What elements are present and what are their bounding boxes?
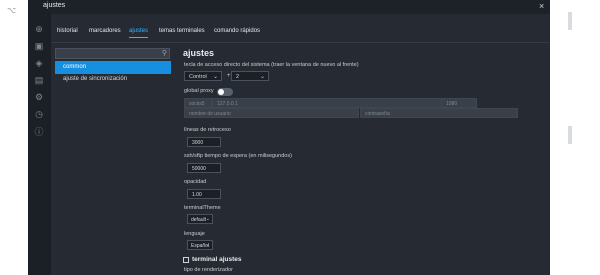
scrollback-input[interactable]: 3000 [187, 137, 221, 147]
timeout-value: 50000 [192, 166, 206, 172]
tab-comando-rapidos[interactable]: comando rápidos [214, 28, 260, 34]
settings-tabs: historial marcadores ajustes temas termi… [51, 24, 551, 43]
proxy-host-value: 127.0.0.1 [217, 101, 238, 107]
hotkey-modifier-select[interactable]: Control ⌄ [184, 71, 222, 81]
chevron-down-icon: ⌄ [259, 74, 265, 80]
window-menu-icon[interactable]: ⌥ [7, 6, 16, 15]
nav-item-label: common [63, 64, 87, 70]
terminal-icon[interactable]: ▤ [34, 75, 44, 85]
nav-item-common[interactable]: common [55, 61, 171, 74]
chevron-down-icon: ⌄ [205, 242, 210, 248]
bookmark-icon[interactable]: ◈ [34, 58, 44, 68]
opacity-label: opacidad [184, 179, 207, 185]
timeout-input[interactable]: 50000 [187, 163, 221, 173]
scrollback-value: 3000 [192, 140, 204, 146]
tab-temas-terminales[interactable]: temas terminales [159, 28, 205, 34]
tab-ajustes[interactable]: ajustes [129, 28, 149, 38]
hotkey-modifier-value: Control [189, 74, 207, 80]
opacity-value: 1.00 [192, 192, 202, 198]
theme-label: terminalTheme [184, 205, 221, 211]
window-edge-indicator [568, 126, 572, 144]
proxy-protocol-select[interactable]: socks5 [184, 98, 212, 108]
hotkey-label: tecla de acceso directo del sistema (tra… [184, 62, 359, 68]
nav-item-sync[interactable]: ajuste de sincronización [63, 76, 127, 82]
proxy-port-input[interactable]: 1080 [441, 98, 477, 108]
app-sidebar: ⊕ ▣ ◈ ▤ ⚙ ◷ ⓘ [28, 0, 50, 275]
proxy-protocol-value: socks5 [189, 101, 205, 107]
hotkey-key-value: 2 [236, 74, 240, 80]
terminal-section-icon [183, 257, 189, 263]
settings-icon[interactable]: ⚙ [34, 92, 44, 102]
window-edge-indicator [568, 12, 572, 30]
toggle-knob [218, 89, 224, 95]
timeout-label: ssh/sftp tiempo de espera (en milisegund… [184, 153, 292, 159]
desktop-left-strip: ⌥ [0, 0, 28, 275]
desktop-right-strip [550, 0, 600, 275]
scrollback-label: líneas de retroceso [184, 127, 231, 133]
proxy-password-placeholder: contraseña [365, 111, 390, 117]
theme-value: default [191, 217, 207, 223]
dialog-titlebar: ajustes × [43, 0, 551, 14]
chevron-down-icon: ⌄ [212, 74, 218, 80]
search-icon[interactable]: ⚲ [162, 49, 167, 57]
tab-marcadores[interactable]: marcadores [89, 28, 121, 34]
history-icon[interactable]: ◷ [34, 109, 44, 119]
close-button[interactable]: × [539, 1, 544, 11]
settings-dialog: ajustes × historial marcadores ajustes t… [43, 0, 551, 275]
proxy-toggle[interactable] [217, 88, 233, 96]
info-icon[interactable]: ⓘ [34, 126, 44, 137]
folder-icon[interactable]: ▣ [34, 41, 44, 51]
language-select[interactable]: Español ⌄ [187, 240, 213, 250]
opacity-input[interactable]: 1.00 [187, 189, 221, 199]
page-title: ajustes [183, 48, 215, 58]
hotkey-key-select[interactable]: 2 ⌄ [231, 71, 269, 81]
search-input[interactable]: ⚲ [55, 48, 170, 59]
proxy-label: global proxy [184, 88, 214, 94]
terminal-section-title: terminal ajustes [192, 256, 242, 263]
chevron-down-icon: ⌄ [205, 216, 210, 222]
proxy-username-placeholder: nombre de usuario [189, 111, 231, 117]
renderer-label: tipo de renderizador [184, 267, 233, 273]
proxy-port-value: 1080 [446, 101, 458, 107]
tab-historial[interactable]: historial [57, 28, 78, 34]
proxy-password-input[interactable]: contraseña [360, 108, 518, 118]
language-label: lenguaje [184, 231, 205, 237]
hotkey-plus: + [227, 73, 231, 79]
plus-circle-icon[interactable]: ⊕ [34, 24, 44, 34]
proxy-host-input[interactable]: 127.0.0.1 [212, 98, 442, 108]
dialog-title: ajustes [43, 2, 66, 9]
proxy-username-input[interactable]: nombre de usuario [184, 108, 359, 118]
theme-select[interactable]: default ⌄ [187, 214, 213, 224]
